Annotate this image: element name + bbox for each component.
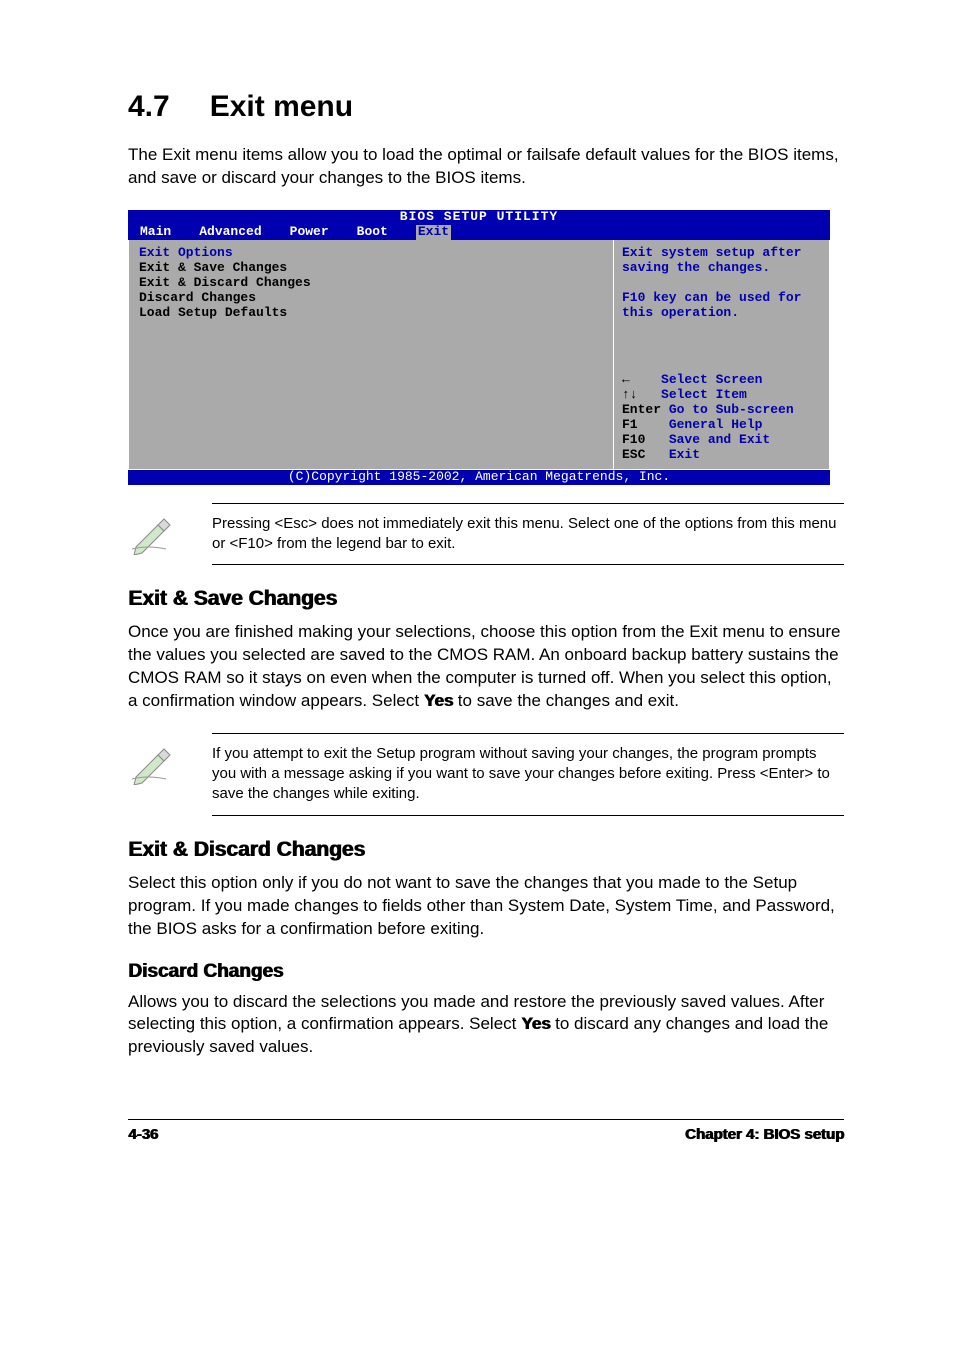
section-heading-discard: Discard Changes — [128, 961, 844, 983]
pencil-note-icon — [128, 503, 212, 555]
note-text: Pressing <Esc> does not immediately exit… — [212, 503, 844, 566]
bios-tab-row: Main Advanced Power Boot Exit — [128, 225, 830, 240]
bios-tab-main: Main — [140, 225, 189, 240]
bios-item: Load Setup Defaults — [139, 306, 603, 321]
arrow-updown-icon: ↑↓ — [622, 387, 661, 402]
bios-item: Exit & Discard Changes — [139, 276, 603, 291]
bios-tab-power: Power — [290, 225, 347, 240]
bios-item: Exit & Save Changes — [139, 261, 603, 276]
bios-body: Exit Options Exit & Save Changes Exit & … — [128, 240, 830, 470]
chapter-label: Chapter 4: BIOS setup — [685, 1126, 844, 1143]
bios-tab-exit: Exit — [416, 225, 451, 240]
bios-footer: (C)Copyright 1985-2002, American Megatre… — [128, 470, 830, 485]
bios-help-bottom: ← Select Screen ↑↓ Select Item Enter Go … — [622, 373, 821, 463]
exit-save-body: Once you are finished making your select… — [128, 621, 844, 713]
intro-paragraph: The Exit menu items allow you to load th… — [128, 144, 844, 190]
bios-title: BIOS SETUP UTILITY — [128, 210, 830, 225]
yes-label: Yes — [521, 1014, 550, 1033]
note-text: If you attempt to exit the Setup program… — [212, 733, 844, 816]
section-title: Exit menu — [210, 90, 353, 123]
bios-left-pane: Exit Options Exit & Save Changes Exit & … — [128, 240, 614, 470]
bios-tab-advanced: Advanced — [199, 225, 279, 240]
bios-screenshot: BIOS SETUP UTILITY Main Advanced Power B… — [128, 210, 830, 485]
bios-right-pane: Exit system setup after saving the chang… — [614, 240, 830, 470]
section-heading-exit-discard: Exit & Discard Changes — [128, 838, 844, 862]
bios-tab-boot: Boot — [357, 225, 406, 240]
page-title: 4.7 Exit menu — [128, 90, 844, 124]
page-number: 4-36 — [128, 1126, 158, 1143]
pencil-note-icon — [128, 733, 212, 785]
discard-body: Allows you to discard the selections you… — [128, 991, 844, 1060]
arrow-left-icon: ← — [622, 372, 661, 387]
section-number: 4.7 — [128, 90, 170, 124]
exit-discard-body: Select this option only if you do not wa… — [128, 872, 844, 941]
manual-page: 4.7 Exit menu The Exit menu items allow y… — [0, 0, 954, 1183]
bios-help-top: Exit system setup after saving the chang… — [622, 246, 821, 321]
page-footer: 4-36 Chapter 4: BIOS setup — [128, 1119, 844, 1143]
note-block: Pressing <Esc> does not immediately exit… — [128, 503, 844, 566]
section-heading-exit-save: Exit & Save Changes — [128, 587, 844, 611]
bios-item: Discard Changes — [139, 291, 603, 306]
note-block: If you attempt to exit the Setup program… — [128, 733, 844, 816]
yes-label: Yes — [424, 691, 453, 710]
bios-section-label: Exit Options — [139, 246, 603, 261]
